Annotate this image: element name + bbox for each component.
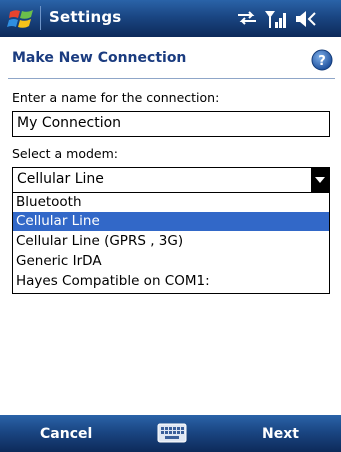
help-icon[interactable]: ? — [311, 49, 333, 71]
connection-name-input[interactable]: My Connection — [12, 111, 330, 137]
sync-icon[interactable] — [236, 9, 258, 27]
modem-label: Select a modem: — [12, 146, 119, 161]
dropdown-arrow-icon[interactable] — [311, 168, 329, 192]
volume-icon[interactable] — [294, 9, 318, 29]
title-bar: Settings — [0, 0, 341, 37]
signal-icon[interactable] — [264, 9, 286, 29]
modem-select-value: Cellular Line — [17, 171, 104, 187]
connection-name-label: Enter a name for the connection: — [12, 90, 220, 105]
modem-option-selected[interactable]: Cellular Line — [13, 212, 329, 231]
page-title: Make New Connection — [12, 50, 187, 66]
app-title: Settings — [49, 8, 122, 26]
modem-option[interactable]: Bluetooth — [13, 193, 329, 212]
modem-dropdown-list: Bluetooth Cellular Line Cellular Line (G… — [12, 193, 330, 294]
cancel-button[interactable]: Cancel — [40, 426, 92, 442]
svg-text:?: ? — [318, 54, 326, 69]
keyboard-icon[interactable] — [157, 422, 187, 444]
header-divider — [8, 78, 335, 79]
next-button[interactable]: Next — [262, 426, 299, 442]
title-divider — [40, 6, 41, 30]
page-header: Make New Connection ? — [0, 37, 341, 75]
softkey-bar: Cancel Next — [0, 415, 341, 452]
screen: Settings Make New Connection ? Enter a n… — [0, 0, 341, 452]
modem-option[interactable]: Cellular Line (GPRS , 3G) — [13, 232, 329, 251]
modem-select[interactable]: Cellular Line — [12, 167, 330, 193]
modem-option[interactable]: Hayes Compatible on COM1: — [13, 272, 329, 291]
windows-start-icon[interactable] — [6, 5, 38, 33]
modem-option[interactable]: Generic IrDA — [13, 252, 329, 271]
